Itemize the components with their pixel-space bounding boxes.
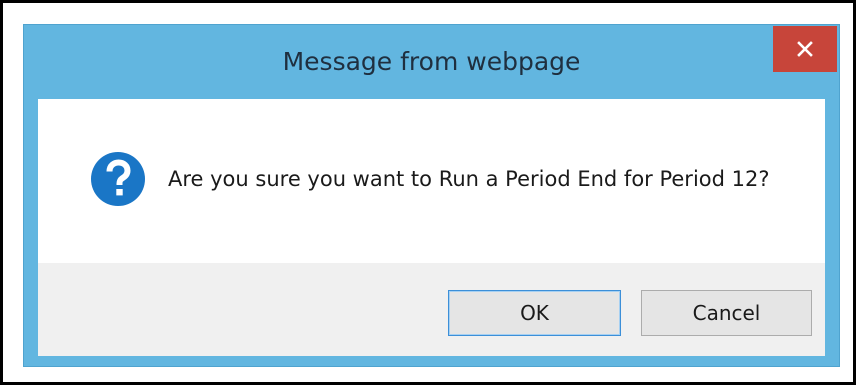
message-dialog: Message from webpage Are you sure you wa… <box>23 24 840 367</box>
dialog-button-bar: OK Cancel <box>38 263 825 356</box>
dialog-title: Message from webpage <box>282 47 581 76</box>
cancel-button[interactable]: Cancel <box>641 290 812 336</box>
screenshot-frame: Message from webpage Are you sure you wa… <box>0 0 856 385</box>
close-button[interactable] <box>773 26 837 72</box>
question-mark-icon <box>91 152 145 206</box>
dialog-message: Are you sure you want to Run a Period En… <box>168 167 770 191</box>
ok-button[interactable]: OK <box>448 290 621 336</box>
dialog-titlebar[interactable]: Message from webpage <box>24 25 839 99</box>
dialog-client-area: Are you sure you want to Run a Period En… <box>38 99 825 356</box>
dialog-content: Are you sure you want to Run a Period En… <box>38 99 825 263</box>
close-x-icon <box>797 41 813 57</box>
